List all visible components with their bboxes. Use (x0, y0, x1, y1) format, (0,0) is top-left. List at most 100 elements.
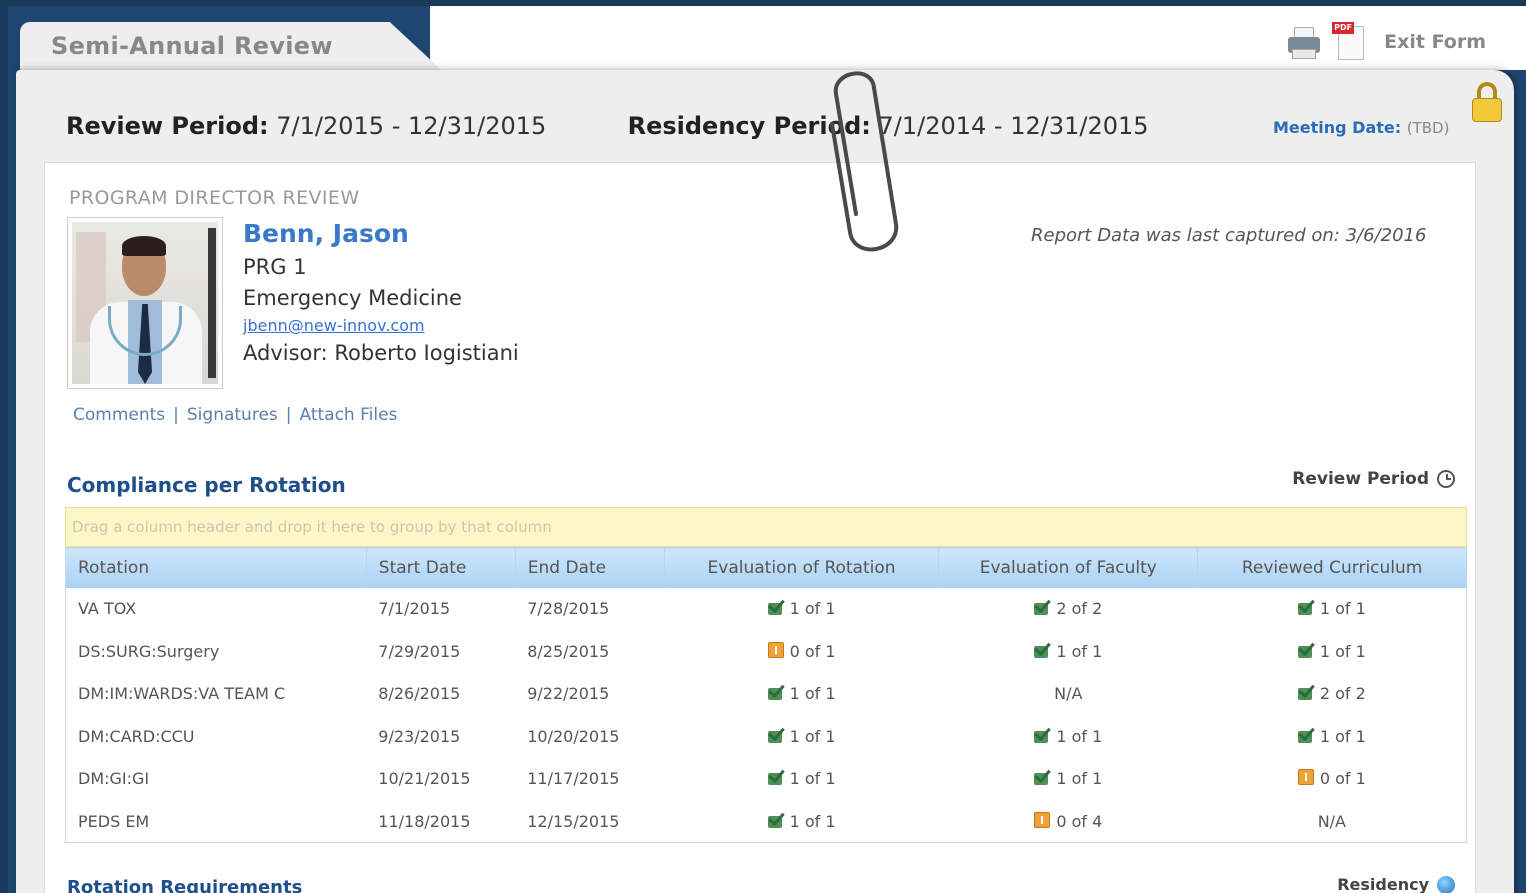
report-captured-note: Report Data was last captured on: 3/6/20… (1031, 225, 1427, 246)
attach-files-link[interactable]: Attach Files (300, 405, 398, 425)
status-count: 2 of 2 (1056, 599, 1103, 619)
start-date-cell: 7/1/2015 (378, 599, 451, 619)
column-header-start-date[interactable]: Start Date (366, 547, 516, 588)
reviewed-curriculum-cell: N/A (1198, 800, 1467, 843)
status-count: 0 of 1 (789, 641, 836, 661)
resident-specialty: Emergency Medicine (243, 286, 462, 310)
rotation-cell: DM:CARD:CCU (78, 726, 195, 746)
start-date-cell: 8/26/2015 (378, 684, 461, 704)
printer-icon[interactable] (1286, 25, 1322, 59)
rotation-cell: DS:SURG:Surgery (78, 641, 220, 661)
resident-advisor: Advisor: Roberto Iogistiani (243, 341, 519, 365)
column-header-reviewed-curriculum[interactable]: Reviewed Curriculum (1197, 547, 1467, 588)
status-count: N/A (1054, 684, 1083, 704)
residency-toggle-label: Residency (1337, 875, 1429, 893)
reviewed-curriculum-cell: 1 of 1 (1198, 588, 1467, 631)
column-header-rotation[interactable]: Rotation (65, 547, 367, 588)
resident-info: Benn, Jason PRG 1 Emergency Medicine jbe… (243, 219, 519, 369)
warning-icon (1297, 769, 1314, 786)
checkmark-icon (1034, 769, 1052, 786)
checkmark-icon (767, 812, 786, 828)
evaluation-of-faculty-cell: 1 of 1 (939, 758, 1198, 801)
evaluation-of-faculty-cell: 2 of 2 (939, 588, 1198, 631)
evaluation-of-faculty-cell: 1 of 1 (939, 715, 1198, 758)
clock-icon (1437, 470, 1455, 488)
review-card: PROGRAM DIRECTOR REVIEW Benn, Jason PRG … (44, 162, 1476, 893)
checkmark-icon (1034, 642, 1052, 658)
status-count: 1 of 1 (789, 599, 836, 619)
start-date-cell: 11/18/2015 (378, 811, 471, 831)
column-header-end-date[interactable]: End Date (515, 547, 665, 588)
reviewed-curriculum-cell: 2 of 2 (1198, 673, 1467, 716)
checkmark-icon (767, 769, 786, 786)
table-row[interactable]: DM:IM:WARDS:VA TEAM C 8/26/2015 9/22/2015 1… (66, 673, 1467, 716)
compliance-title: Compliance per Rotation (67, 473, 346, 497)
checkmark-icon (1297, 599, 1316, 616)
residency-toggle[interactable]: Residency (1337, 875, 1455, 893)
status-count: 1 of 1 (1319, 726, 1366, 746)
review-period-toggle-label: Review Period (1292, 469, 1429, 489)
residency-period-value: 7/1/2014 - 12/31/2015 (878, 112, 1149, 140)
start-date-cell: 7/29/2015 (378, 641, 461, 661)
evaluation-of-rotation-cell: 1 of 1 (664, 800, 939, 843)
table-row[interactable]: PEDS EM 11/18/2015 12/15/2015 1 of 1 0 of 4 N… (66, 800, 1467, 843)
checkmark-icon (1034, 727, 1052, 743)
table-row[interactable]: VA TOX 7/1/2015 7/28/2015 1 of 1 2 of 2 1 of … (66, 588, 1467, 631)
status-count: N/A (1317, 811, 1346, 831)
evaluation-of-faculty-cell: 1 of 1 (939, 630, 1198, 673)
comments-link[interactable]: Comments (73, 405, 165, 425)
form-title: Semi-Annual Review (51, 32, 333, 60)
resident-name[interactable]: Benn, Jason (243, 219, 519, 248)
evaluation-of-faculty-cell: N/A (939, 673, 1198, 716)
end-date-cell: 7/28/2015 (527, 599, 610, 619)
table-row[interactable]: DS:SURG:Surgery 7/29/2015 8/25/2015 0 of 1 1… (66, 630, 1467, 673)
column-header-evaluation-of-faculty[interactable]: Evaluation of Faculty (938, 547, 1199, 588)
status-count: 0 of 4 (1056, 811, 1103, 831)
meeting-date-value: (TBD) (1406, 119, 1450, 137)
start-date-cell: 9/23/2015 (378, 726, 461, 746)
status-count: 1 of 1 (789, 726, 836, 746)
rotation-cell: DM:IM:WARDS:VA TEAM C (78, 684, 286, 704)
signatures-link[interactable]: Signatures (187, 405, 278, 425)
resident-email-link[interactable]: jbenn@new-innov.com (243, 314, 519, 338)
checkmark-icon (767, 599, 786, 616)
status-count: 1 of 1 (1056, 769, 1103, 789)
reviewed-curriculum-cell: 1 of 1 (1198, 715, 1467, 758)
checkmark-icon (1297, 727, 1316, 743)
rotation-cell: PEDS EM (78, 811, 150, 831)
section-label: PROGRAM DIRECTOR REVIEW (69, 187, 360, 209)
group-drop-zone[interactable]: Drag a column header and drop it here to… (65, 507, 1467, 547)
table-row[interactable]: DM:GI:GI 10/21/2015 11/17/2015 1 of 1 1 of 1… (66, 758, 1467, 801)
status-count: 1 of 1 (789, 811, 836, 831)
end-date-cell: 9/22/2015 (527, 684, 610, 704)
pdf-icon[interactable]: PDF (1332, 22, 1368, 62)
end-date-cell: 12/15/2015 (527, 811, 620, 831)
status-count: 1 of 1 (1056, 726, 1103, 746)
column-header-evaluation-of-rotation[interactable]: Evaluation of Rotation (664, 547, 940, 588)
lock-icon[interactable] (1470, 82, 1504, 124)
status-count: 2 of 2 (1319, 684, 1366, 704)
evaluation-of-faculty-cell: 0 of 4 (939, 800, 1198, 843)
evaluation-of-rotation-cell: 1 of 1 (664, 758, 939, 801)
review-period-label: Review Period: (66, 112, 269, 140)
compliance-table: Rotation Start Date End Date Evaluation … (65, 547, 1467, 843)
status-count: 1 of 1 (1319, 599, 1366, 619)
status-count: 1 of 1 (1319, 641, 1366, 661)
exit-form-button[interactable]: Exit Form (1384, 31, 1486, 53)
review-period-toggle[interactable]: Review Period (1292, 469, 1455, 489)
evaluation-of-rotation-cell: 1 of 1 (664, 715, 939, 758)
status-count: 1 of 1 (1056, 641, 1103, 661)
rotation-cell: VA TOX (78, 599, 137, 619)
warning-icon (767, 641, 784, 658)
meeting-date-label: Meeting Date: (1273, 118, 1402, 137)
top-actions: PDF Exit Form (1286, 22, 1486, 62)
evaluation-of-rotation-cell: 1 of 1 (664, 588, 939, 631)
globe-icon (1437, 875, 1455, 893)
avatar (67, 217, 223, 389)
meeting-date[interactable]: Meeting Date: (TBD) (1273, 118, 1449, 137)
rotation-requirements-title: Rotation Requirements (67, 877, 303, 893)
status-count: 1 of 1 (789, 769, 836, 789)
end-date-cell: 10/20/2015 (527, 726, 620, 746)
table-row[interactable]: DM:CARD:CCU 9/23/2015 10/20/2015 1 of 1 1 of… (66, 715, 1467, 758)
review-period-value: 7/1/2015 - 12/31/2015 (276, 112, 547, 140)
